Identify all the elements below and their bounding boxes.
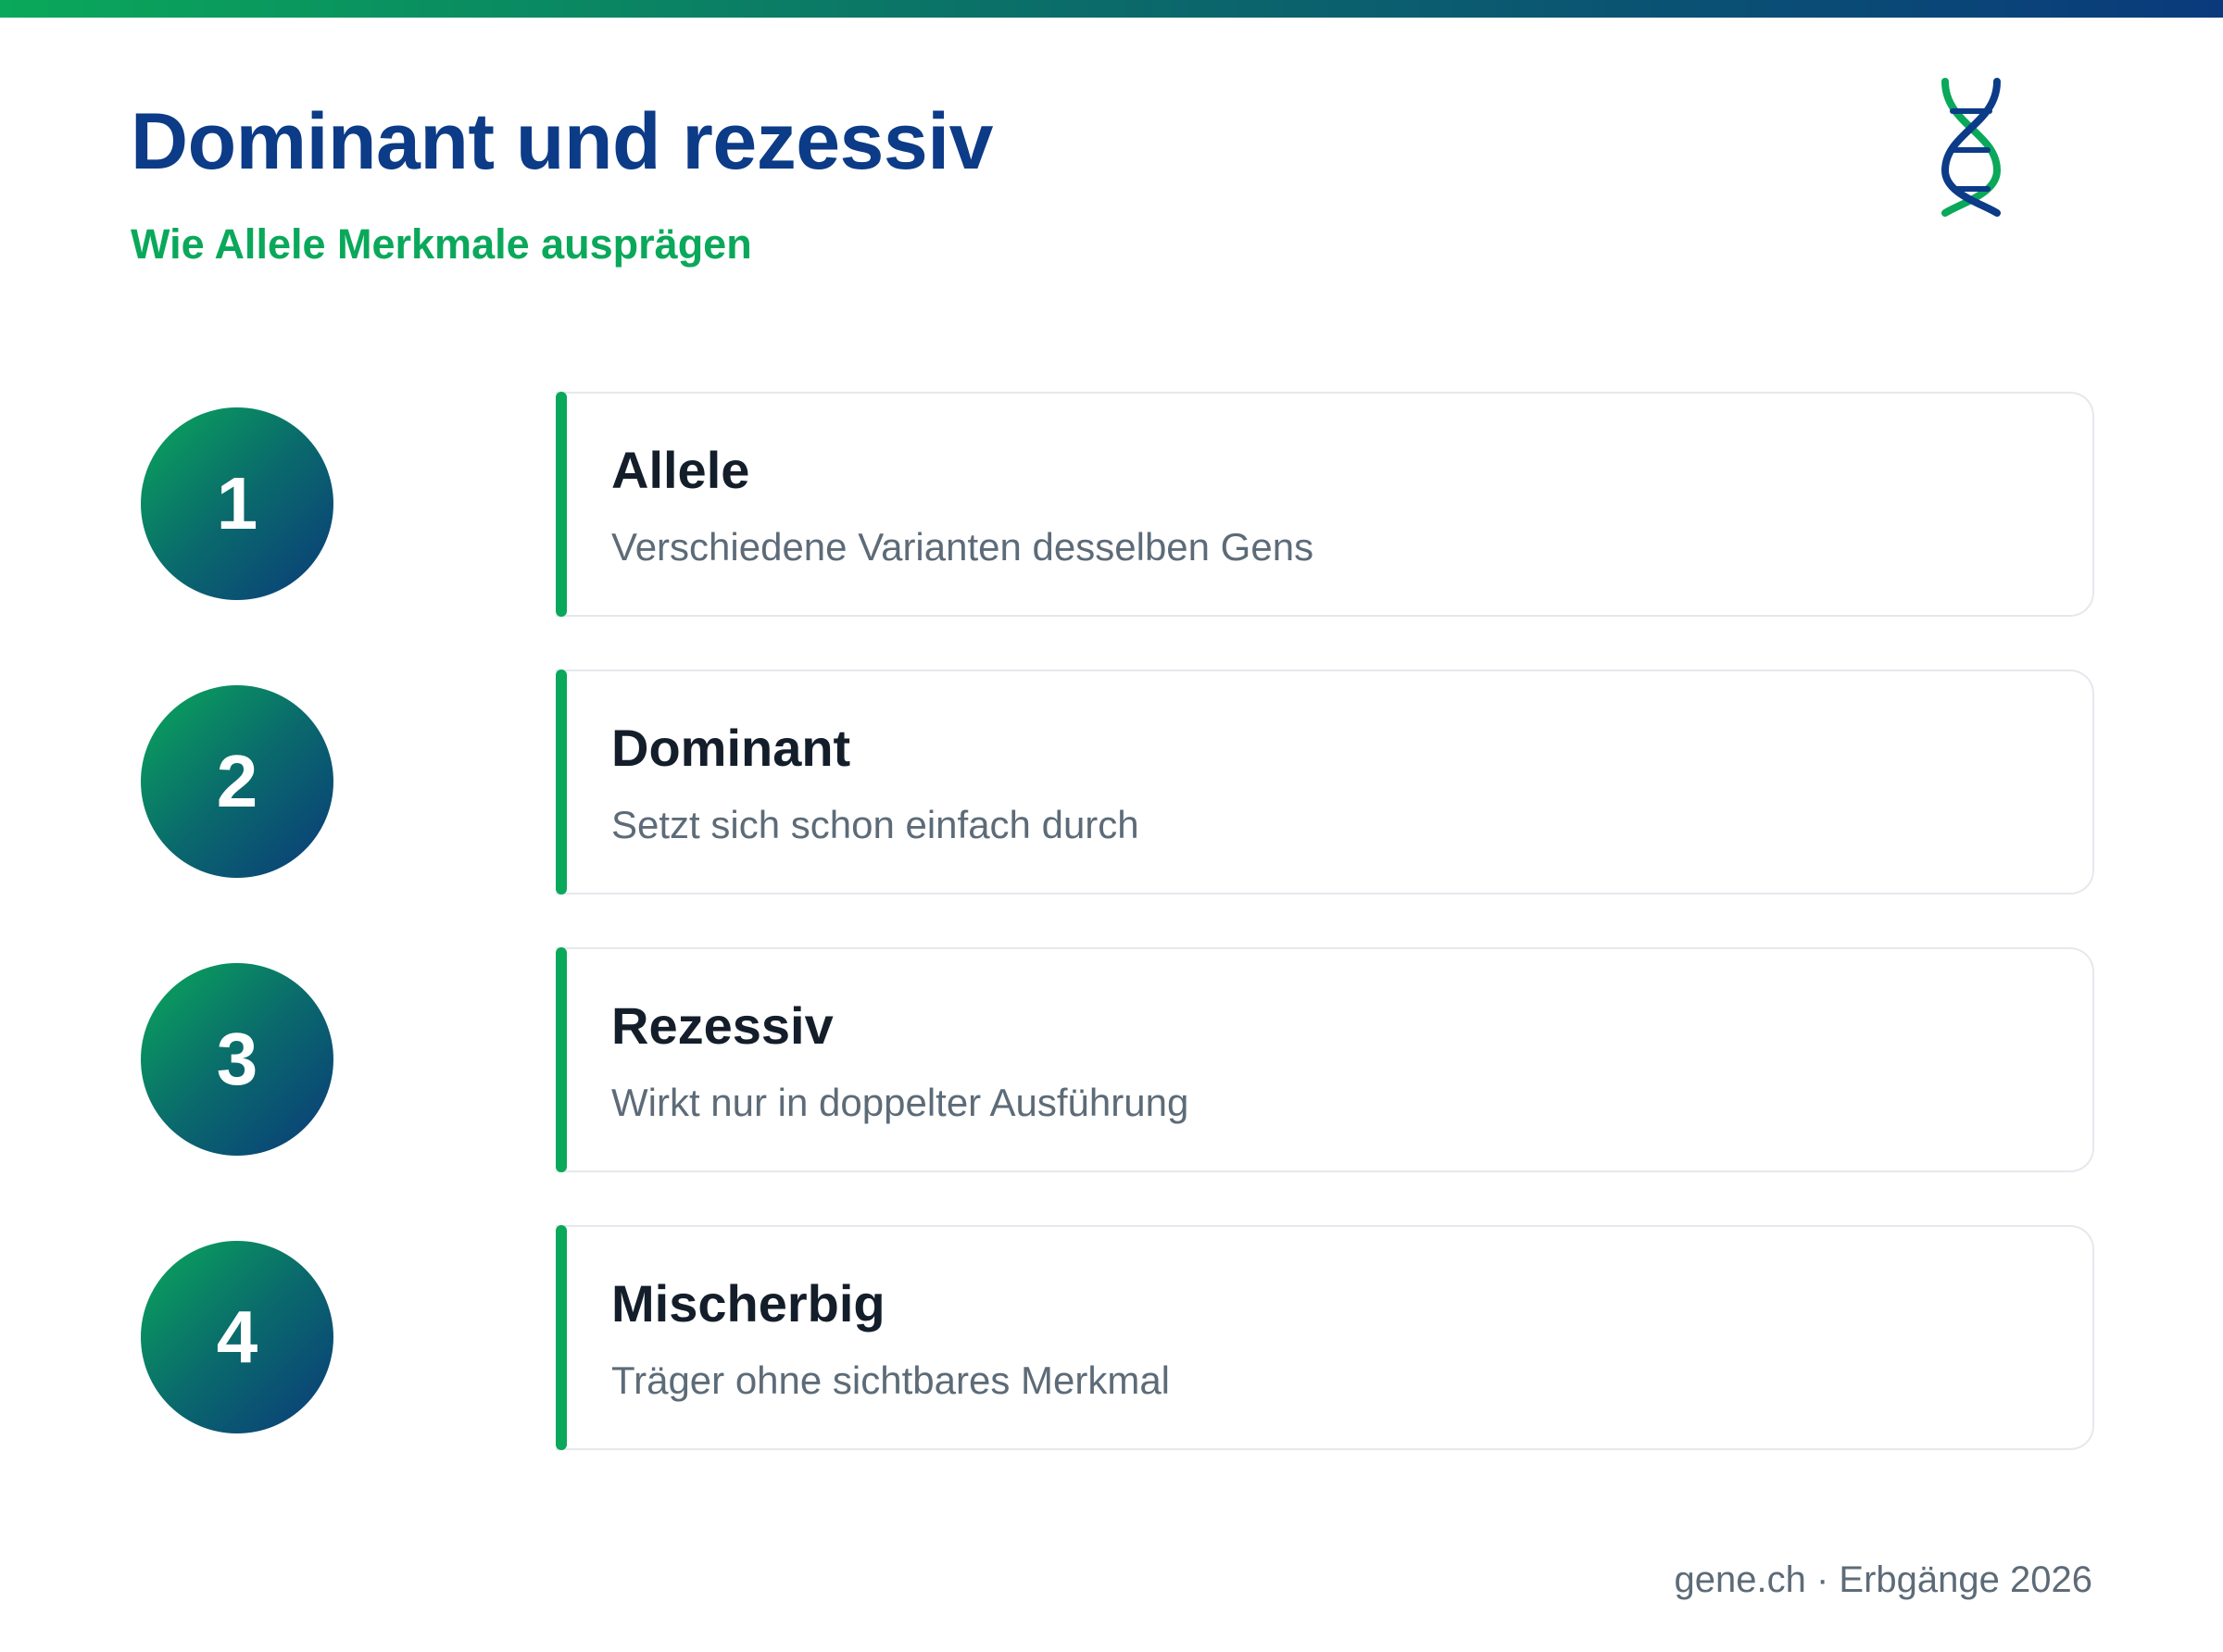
step-number-badge: 3 (141, 963, 333, 1156)
item-card: Dominant Setzt sich schon einfach durch (556, 670, 2094, 895)
item-title: Dominant (611, 719, 851, 777)
card-accent-bar (556, 392, 567, 617)
item-title: Allele (611, 441, 750, 499)
footer-credit: gene.ch · Erbgänge 2026 (1674, 1559, 2092, 1600)
step-number-badge: 1 (141, 407, 333, 600)
step-number-badge: 4 (141, 1241, 333, 1433)
page-title: Dominant und rezessiv (131, 97, 993, 186)
card-accent-bar (556, 1225, 567, 1450)
dna-icon (1940, 78, 2002, 217)
list-item: 3 Rezessiv Wirkt nur in doppelter Ausfüh… (0, 947, 2223, 1172)
item-card: Allele Verschiedene Varianten desselben … (556, 392, 2094, 617)
item-card: Mischerbig Träger ohne sichtbares Merkma… (556, 1225, 2094, 1450)
list-item: 2 Dominant Setzt sich schon einfach durc… (0, 670, 2223, 895)
item-title: Mischerbig (611, 1274, 885, 1333)
item-description: Wirkt nur in doppelter Ausführung (611, 1081, 1189, 1124)
card-accent-bar (556, 947, 567, 1172)
step-number-badge: 2 (141, 685, 333, 878)
card-accent-bar (556, 670, 567, 895)
top-accent-bar (0, 0, 2223, 18)
item-card: Rezessiv Wirkt nur in doppelter Ausführu… (556, 947, 2094, 1172)
item-description: Setzt sich schon einfach durch (611, 803, 1139, 846)
list-item: 4 Mischerbig Träger ohne sichtbares Merk… (0, 1225, 2223, 1450)
item-title: Rezessiv (611, 996, 834, 1055)
list-item: 1 Allele Verschiedene Varianten desselbe… (0, 392, 2223, 617)
item-description: Träger ohne sichtbares Merkmal (611, 1358, 1171, 1402)
page-subtitle: Wie Allele Merkmale ausprägen (131, 220, 752, 268)
item-description: Verschiedene Varianten desselben Gens (611, 525, 1314, 569)
